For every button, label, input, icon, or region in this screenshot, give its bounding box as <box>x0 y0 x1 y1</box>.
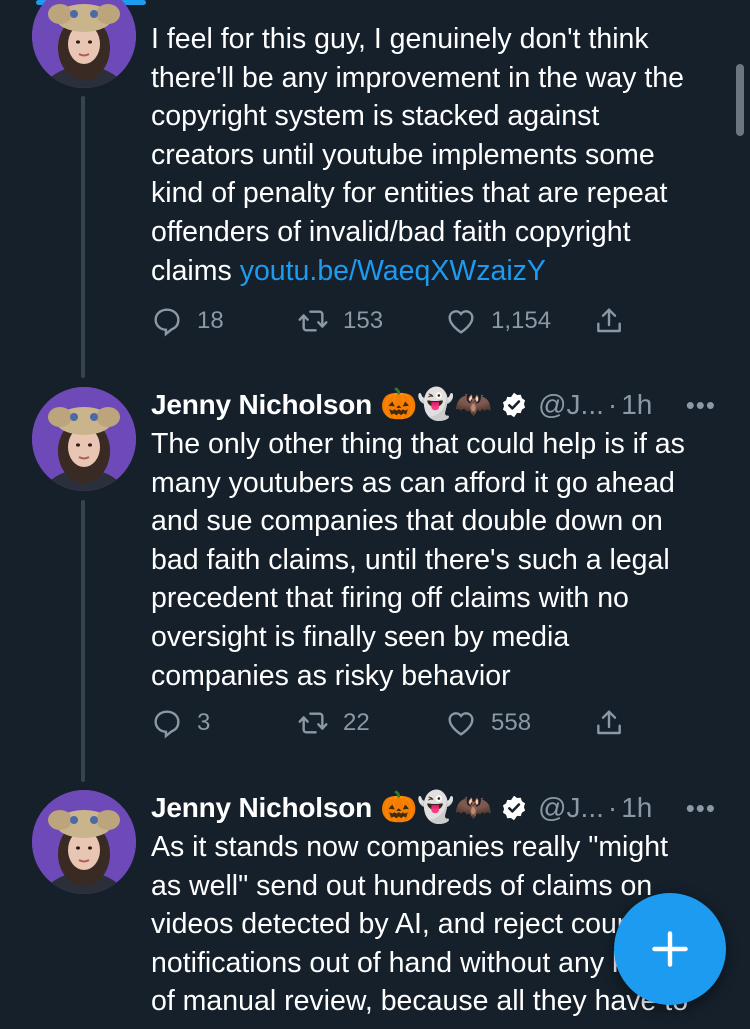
share-icon <box>597 308 621 333</box>
share-icon <box>597 710 621 735</box>
more-options-button[interactable]: ••• <box>686 390 716 421</box>
tweet-text: The only other thing that could help is … <box>151 428 685 692</box>
verified-badge-icon <box>503 392 526 418</box>
reply-button[interactable]: 18 <box>151 301 224 341</box>
author-name[interactable]: Jenny Nicholson <box>151 389 372 421</box>
tweet-2[interactable]: Jenny Nicholson 🎃👻🦇 @J... · 1h ••• The o… <box>0 385 750 785</box>
avatar[interactable] <box>32 387 136 491</box>
more-options-button[interactable]: ••• <box>686 793 716 824</box>
like-count: 558 <box>491 709 532 736</box>
compose-plus-icon <box>652 931 688 967</box>
tweet-time[interactable]: 1h <box>621 792 652 824</box>
name-emojis: 🎃👻🦇 <box>380 388 493 421</box>
avatar[interactable] <box>32 790 136 894</box>
avatar[interactable] <box>32 0 136 88</box>
reply-icon <box>154 710 180 739</box>
share-button[interactable] <box>593 703 625 743</box>
heart-icon <box>448 712 474 736</box>
like-button[interactable]: 1,154 <box>445 301 551 341</box>
like-count: 1,154 <box>491 307 552 334</box>
tweet-1[interactable]: I feel for this guy, I genuinely don't t… <box>0 0 750 360</box>
separator-dot: · <box>607 792 618 823</box>
retweet-count: 22 <box>343 709 370 736</box>
compose-tweet-button[interactable] <box>614 893 726 1005</box>
author-handle[interactable]: @J... <box>538 389 604 421</box>
author-name[interactable]: Jenny Nicholson <box>151 792 372 824</box>
tweet-header: Jenny Nicholson 🎃👻🦇 @J... · 1h ••• <box>151 385 726 425</box>
retweet-count: 153 <box>343 307 384 334</box>
retweet-icon <box>298 310 328 332</box>
retweet-button[interactable]: 153 <box>297 301 383 341</box>
share-button[interactable] <box>593 301 625 341</box>
verified-badge-icon <box>503 795 526 821</box>
tweet-link[interactable]: youtu.be/WaeqXWzaizY <box>240 255 546 287</box>
tweet-thread-screen: I feel for this guy, I genuinely don't t… <box>0 0 750 1029</box>
like-button[interactable]: 558 <box>445 703 531 743</box>
reply-count: 3 <box>197 709 211 736</box>
tweet-text-body: I feel for this guy, I genuinely don't t… <box>151 23 684 287</box>
heart-icon <box>448 310 474 334</box>
tweet-header: Jenny Nicholson 🎃👻🦇 @J... · 1h ••• <box>151 788 726 828</box>
tweet-actions: 18 153 1,154 <box>151 301 631 341</box>
retweet-button[interactable]: 22 <box>297 703 370 743</box>
tweet-actions: 3 22 558 <box>151 703 631 743</box>
reply-count: 18 <box>197 307 224 334</box>
reply-button[interactable]: 3 <box>151 703 210 743</box>
retweet-icon <box>298 712 328 734</box>
reply-icon <box>154 308 180 337</box>
tweet-time[interactable]: 1h <box>621 389 652 421</box>
author-handle[interactable]: @J... <box>538 792 604 824</box>
tweet-text: I feel for this guy, I genuinely don't t… <box>151 20 726 290</box>
separator-dot: · <box>607 389 618 420</box>
name-emojis: 🎃👻🦇 <box>380 791 493 824</box>
